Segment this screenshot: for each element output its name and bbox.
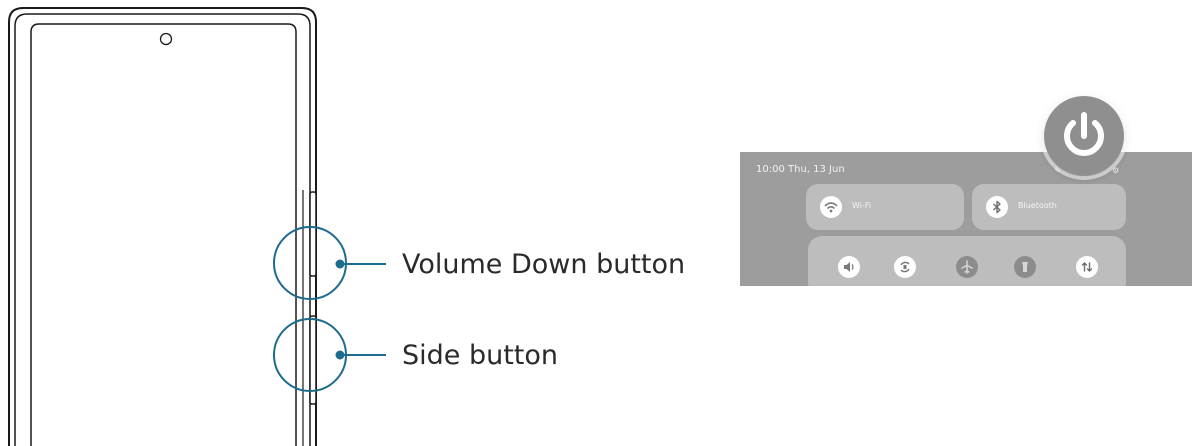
- sound-icon[interactable]: [838, 256, 860, 278]
- volume-button: [309, 191, 317, 277]
- mobile-data-icon[interactable]: [1076, 256, 1098, 278]
- quick-settings-row: [808, 236, 1126, 286]
- auto-rotate-icon[interactable]: [894, 256, 916, 278]
- quick-panel-time-date: 10:00 Thu, 13 Jun: [756, 164, 845, 175]
- bluetooth-tile[interactable]: Bluetooth: [972, 184, 1126, 230]
- airplane-mode-icon[interactable]: [956, 256, 978, 278]
- power-icon: [1064, 112, 1104, 156]
- wifi-icon: [820, 196, 842, 218]
- power-button[interactable]: [1044, 96, 1124, 176]
- side-button-label: Side button: [402, 340, 559, 371]
- phone-screen: [30, 23, 297, 446]
- volume-down-label: Volume Down button: [402, 249, 686, 280]
- front-camera: [159, 32, 173, 46]
- phone-frame-inner: [14, 13, 311, 446]
- bluetooth-tile-label: Bluetooth: [1018, 201, 1057, 210]
- phone-body-outline: [8, 7, 317, 446]
- flashlight-icon[interactable]: [1014, 256, 1036, 278]
- bluetooth-icon: [986, 196, 1008, 218]
- quick-panel: 10:00 Thu, 13 Jun ✎ ⚙ Wi-Fi Bluetooth: [740, 152, 1192, 286]
- wifi-tile[interactable]: Wi-Fi: [806, 184, 964, 230]
- wifi-tile-label: Wi-Fi: [852, 201, 872, 210]
